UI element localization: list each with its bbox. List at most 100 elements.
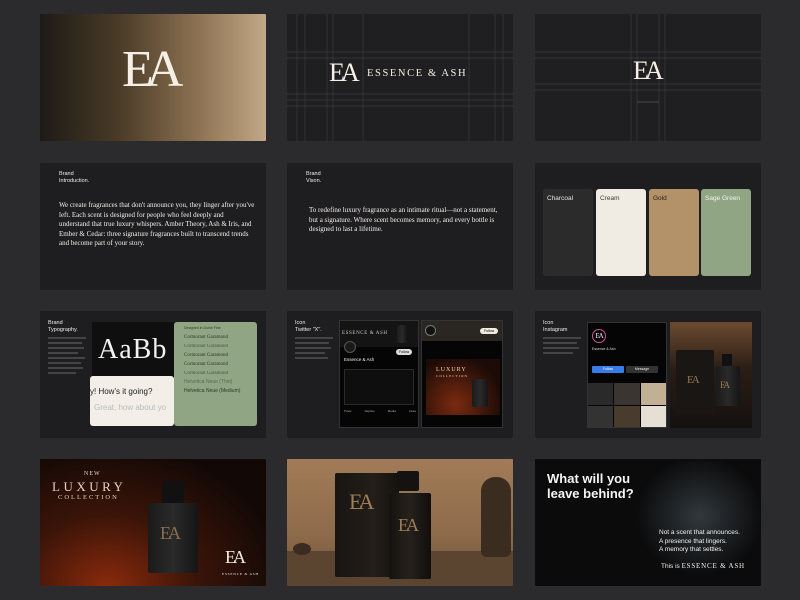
collection-title: LUXURY bbox=[52, 479, 127, 494]
swatch-name: Gold bbox=[653, 195, 667, 202]
vase bbox=[481, 477, 511, 557]
tab-posts[interactable]: Posts bbox=[344, 409, 352, 413]
collection-subtitle: COLLECTION bbox=[58, 494, 119, 501]
font-sample: Helvetica Neue (Thin) bbox=[184, 379, 233, 385]
swatch-name: Sage Green bbox=[705, 195, 741, 202]
post-image-title: LUXURY bbox=[436, 367, 467, 373]
intro-body-text: We create fragrances that don't announce… bbox=[59, 201, 255, 247]
slide-luxury-collection[interactable]: NEW LUXURY COLLECTION EA EA ESSENCE & AS… bbox=[40, 459, 266, 586]
heading-line: Brand bbox=[48, 320, 63, 326]
profile-avatar bbox=[344, 341, 356, 353]
instagram-profile-panel: EA Essence & Ash Follow Message bbox=[587, 322, 667, 428]
post-follow-button[interactable]: Follow bbox=[480, 328, 499, 334]
slide-heading: Brand Introduction. bbox=[59, 171, 89, 185]
ig-profile-name: Essence & Ash bbox=[592, 347, 616, 351]
bottle-monogram: EA bbox=[160, 523, 181, 543]
heading-line: Brand bbox=[306, 171, 321, 177]
twitter-profile-panel: ESSENCE & ASH Follow Essence & Ash Posts… bbox=[339, 320, 419, 428]
slide-color-palette[interactable]: Charcoal Cream Gold Sage Green bbox=[535, 163, 761, 290]
ig-grid bbox=[588, 383, 666, 427]
headline-line: leave behind? bbox=[547, 486, 634, 501]
font-list-panel: Designed in Gorlie Fine Cormorant Garamo… bbox=[174, 322, 257, 426]
slide-twitter-mockup[interactable]: Icon Twitter "X". ESSENCE & ASH Follow E… bbox=[287, 311, 513, 438]
bottle-cap bbox=[162, 481, 184, 503]
slide-closing-statement[interactable]: What will you leave behind? Not a scent … bbox=[535, 459, 761, 586]
font-panel-label: Designed in Gorlie Fine bbox=[184, 326, 221, 330]
font-sample: Cormorant Garamond bbox=[184, 335, 229, 340]
slide-heading: Brand Vison. bbox=[306, 171, 321, 185]
heading-line: Brand bbox=[59, 171, 74, 177]
heading-line: Icon bbox=[543, 320, 554, 326]
typography-notes bbox=[48, 337, 88, 377]
ig-avatar-monogram: EA bbox=[592, 329, 606, 343]
ig-message-button[interactable]: Message bbox=[626, 366, 658, 373]
tagline-line: A presence that lingers. bbox=[659, 537, 727, 545]
type-specimen: AaBb bbox=[98, 334, 168, 365]
vision-body-text: To redefine luxury fragrance as an intim… bbox=[309, 206, 498, 233]
slide-heading: Icon Instagram bbox=[543, 320, 567, 334]
slide-logo-gradient[interactable]: EA bbox=[40, 14, 266, 141]
slide-heading: Icon Twitter "X". bbox=[295, 320, 322, 334]
instagram-notes bbox=[543, 337, 583, 357]
tab-likes[interactable]: Likes bbox=[409, 409, 416, 413]
font-sample: Helvetica Neue (Medium) bbox=[184, 388, 241, 394]
banner-bottle bbox=[397, 325, 407, 343]
heading-line: Icon bbox=[295, 320, 306, 326]
slide-brand-vision[interactable]: Brand Vison. To redefine luxury fragranc… bbox=[287, 163, 513, 290]
product-bottle-monogram: EA bbox=[398, 515, 419, 535]
brand-wordmark: ESSENCE & ASH bbox=[367, 68, 468, 79]
slide-brand-introduction[interactable]: Brand Introduction. We create fragrances… bbox=[40, 163, 266, 290]
tab-media[interactable]: Media bbox=[388, 409, 396, 413]
signature-brand: ESSENCE & ASH bbox=[681, 562, 745, 570]
tagline-line: Not a scent that announces. bbox=[659, 529, 740, 536]
post-image-subtitle: COLLECTION bbox=[436, 374, 468, 378]
twitter-notes bbox=[295, 337, 335, 362]
heading-line: Vison. bbox=[306, 178, 322, 184]
instagram-post-image: EA EA bbox=[670, 322, 752, 428]
swatch-gold: Gold bbox=[649, 189, 699, 276]
tab-replies[interactable]: Replies bbox=[365, 409, 375, 413]
tagline-line: A memory that settles. bbox=[659, 546, 724, 553]
brand-monogram: EA bbox=[329, 58, 360, 87]
chat-line: Great, how about yo bbox=[94, 403, 167, 412]
swatch-sage-green: Sage Green bbox=[701, 189, 751, 276]
corner-wordmark: ESSENCE & ASH bbox=[222, 572, 259, 576]
signature-prefix: This is bbox=[661, 563, 680, 570]
ig-box-monogram: EA bbox=[687, 374, 700, 386]
follow-button[interactable]: Follow bbox=[396, 349, 413, 355]
slide-product-photo[interactable]: EA EA bbox=[287, 459, 513, 586]
font-sample: Cormorant Garamond bbox=[184, 362, 229, 367]
post-image: LUXURY COLLECTION bbox=[426, 359, 500, 415]
heading-line: Typography. bbox=[48, 327, 78, 333]
collection-new: NEW bbox=[84, 471, 101, 477]
swatch-name: Cream bbox=[600, 195, 620, 202]
post-image-bottle bbox=[472, 379, 488, 407]
slide-monogram-construction[interactable]: EA bbox=[535, 14, 761, 141]
corner-monogram: EA bbox=[225, 547, 246, 567]
slide-instagram-mockup[interactable]: Icon Instagram EA Essence & Ash Follow M… bbox=[535, 311, 761, 438]
pebble bbox=[293, 543, 311, 555]
ig-follow-button[interactable]: Follow bbox=[592, 366, 624, 373]
closing-headline: What will you leave behind? bbox=[547, 471, 634, 501]
headline-line: What will you bbox=[547, 471, 631, 486]
profile-name: Essence & Ash bbox=[344, 357, 375, 362]
profile-tabs: Posts Replies Media Likes bbox=[344, 409, 416, 413]
swatch-charcoal: Charcoal bbox=[543, 189, 593, 276]
ig-bottle-monogram: EA bbox=[720, 380, 730, 390]
font-sample: Cormorant Garamond bbox=[184, 371, 229, 376]
brand-monogram: EA bbox=[633, 56, 664, 85]
brand-monogram: EA bbox=[122, 41, 183, 98]
heading-line: Introduction. bbox=[59, 178, 90, 184]
specimen-panel: AaBb bbox=[92, 322, 174, 380]
slide-heading: Brand Typography. bbox=[48, 320, 78, 334]
box-monogram: EA bbox=[349, 489, 374, 514]
slide-brand-typography[interactable]: Brand Typography. AaBb y! How's it going… bbox=[40, 311, 266, 438]
post-avatar bbox=[425, 325, 436, 336]
closing-signature: This is ESSENCE & ASH bbox=[661, 562, 745, 570]
closing-tagline: Not a scent that announces. A presence t… bbox=[659, 529, 740, 555]
slide-logo-wordmark-grid[interactable]: EA ESSENCE & ASH bbox=[287, 14, 513, 141]
swatch-name: Charcoal bbox=[547, 195, 574, 202]
product-bottle bbox=[389, 493, 431, 579]
chat-bubble: y! How's it going? Great, how about yo bbox=[90, 376, 174, 426]
tweet-image bbox=[344, 369, 414, 405]
